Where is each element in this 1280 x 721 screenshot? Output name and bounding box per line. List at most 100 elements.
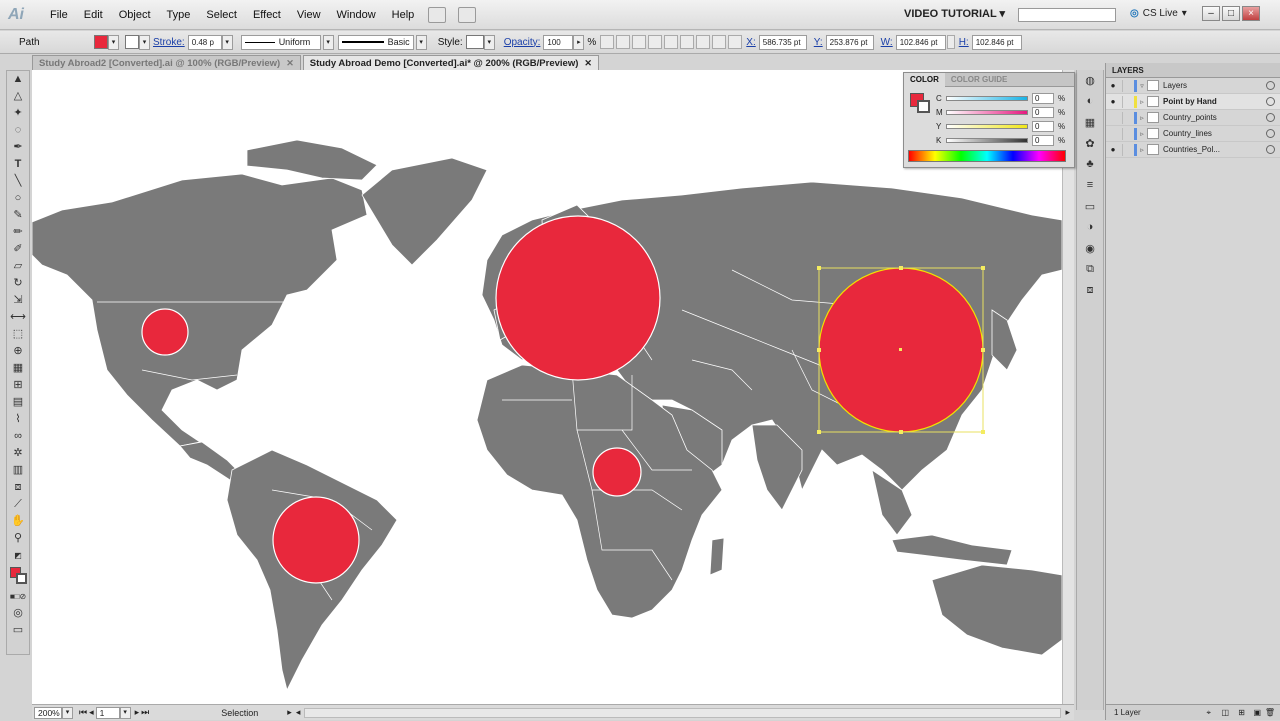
magenta-field[interactable]: 0 bbox=[1032, 106, 1054, 118]
tab-study-abroad-demo[interactable]: Study Abroad Demo [Converted].ai* @ 200%… bbox=[302, 55, 599, 70]
scroll-right-icon[interactable]: ▸ bbox=[1065, 707, 1070, 718]
menu-select[interactable]: Select bbox=[198, 0, 245, 30]
lock-toggle[interactable] bbox=[1122, 127, 1132, 140]
column-graph-tool-icon[interactable]: ▥ bbox=[7, 462, 29, 479]
color-mode-icon[interactable]: ■□⊘ bbox=[7, 588, 29, 605]
brush-dropdown[interactable]: ▾ bbox=[415, 34, 427, 50]
close-icon[interactable]: ✕ bbox=[286, 58, 294, 68]
x-label[interactable]: X: bbox=[743, 37, 758, 48]
menu-object[interactable]: Object bbox=[111, 0, 159, 30]
target-circle-icon[interactable] bbox=[1266, 81, 1275, 90]
constrain-proportions-icon[interactable] bbox=[946, 35, 955, 49]
cyan-slider[interactable] bbox=[946, 95, 1028, 101]
line-tool-icon[interactable]: ╲ bbox=[7, 173, 29, 190]
direct-selection-tool-icon[interactable]: △ bbox=[7, 88, 29, 105]
artboard-number-field[interactable]: 1 bbox=[95, 706, 120, 719]
stroke-color-swatch[interactable] bbox=[917, 100, 930, 113]
color-guide-icon[interactable]: ◐ bbox=[1080, 95, 1100, 112]
align-left-icon[interactable] bbox=[632, 35, 647, 49]
fill-stroke-swatches-icon[interactable] bbox=[7, 564, 29, 588]
magenta-slider[interactable] bbox=[946, 109, 1028, 115]
arrange-documents-icon[interactable] bbox=[458, 6, 477, 23]
layer-row-layers[interactable]: ● ▿ Layers bbox=[1106, 78, 1280, 94]
lock-toggle[interactable] bbox=[1122, 143, 1132, 156]
status-menu-icon[interactable]: ▸ bbox=[287, 707, 292, 718]
stroke-swatch[interactable] bbox=[125, 35, 139, 49]
fill-dropdown[interactable]: ▾ bbox=[108, 34, 119, 50]
layer-row-countries-polygons[interactable]: ● ▹ Countries_Pol... bbox=[1106, 142, 1280, 158]
bubble-united-states[interactable] bbox=[141, 308, 189, 356]
h-label[interactable]: H: bbox=[956, 37, 972, 48]
expand-arrow-icon[interactable]: ▹ bbox=[1137, 114, 1147, 122]
type-tool-icon[interactable]: T bbox=[7, 156, 29, 173]
paintbrush-tool-icon[interactable]: ✎ bbox=[7, 207, 29, 224]
menu-type[interactable]: Type bbox=[159, 0, 199, 30]
free-transform-tool-icon[interactable]: ⬚ bbox=[7, 326, 29, 343]
menu-view[interactable]: View bbox=[289, 0, 329, 30]
menu-edit[interactable]: Edit bbox=[76, 0, 111, 30]
w-field[interactable]: 102.846 pt bbox=[895, 34, 946, 50]
stroke-label[interactable]: Stroke: bbox=[150, 37, 188, 48]
menu-window[interactable]: Window bbox=[329, 0, 384, 30]
bubble-south-america[interactable] bbox=[272, 496, 360, 584]
target-circle-icon[interactable] bbox=[1266, 145, 1275, 154]
mesh-tool-icon[interactable]: ⊞ bbox=[7, 377, 29, 394]
bubble-central-africa[interactable] bbox=[592, 447, 642, 497]
expand-arrow-icon[interactable]: ▹ bbox=[1137, 130, 1147, 138]
search-input[interactable] bbox=[1018, 8, 1116, 22]
black-slider[interactable] bbox=[946, 137, 1028, 143]
isolate-icon[interactable] bbox=[616, 35, 631, 49]
layer-row-country-points[interactable]: ▹ Country_points bbox=[1106, 110, 1280, 126]
expand-arrow-icon[interactable]: ▹ bbox=[1137, 146, 1147, 154]
align-top-icon[interactable] bbox=[680, 35, 695, 49]
color-panel-icon[interactable]: ◍ bbox=[1080, 74, 1100, 91]
w-label[interactable]: W: bbox=[878, 37, 896, 48]
swatches-icon[interactable]: ▦ bbox=[1080, 116, 1100, 133]
cs-live-button[interactable]: ◎ CS Live ▾ bbox=[1130, 8, 1187, 19]
graphic-style-swatch[interactable] bbox=[465, 35, 484, 49]
target-circle-icon[interactable] bbox=[1266, 97, 1275, 106]
locate-object-icon[interactable]: ⌖ bbox=[1206, 705, 1211, 721]
pen-tool-icon[interactable]: ✒ bbox=[7, 139, 29, 156]
align-center-icon[interactable] bbox=[648, 35, 663, 49]
fill-swatch[interactable] bbox=[94, 35, 108, 49]
brushes-icon[interactable]: ✿ bbox=[1080, 137, 1100, 154]
tab-study-abroad2[interactable]: Study Abroad2 [Converted].ai @ 100% (RGB… bbox=[32, 55, 301, 70]
new-sublayer-icon[interactable]: ⊞ bbox=[1238, 705, 1245, 721]
screen-mode-icon[interactable]: ▭ bbox=[7, 622, 29, 639]
rotate-tool-icon[interactable]: ↻ bbox=[7, 275, 29, 292]
layer-row-country-lines[interactable]: ▹ Country_lines bbox=[1106, 126, 1280, 142]
menu-file[interactable]: File bbox=[42, 0, 76, 30]
make-clipping-mask-icon[interactable]: ◫ bbox=[1221, 705, 1229, 721]
artboard-tool-icon[interactable]: ⧈ bbox=[7, 479, 29, 496]
opacity-field[interactable]: 100 bbox=[543, 34, 574, 50]
transparency-icon[interactable]: ◑ bbox=[1080, 221, 1100, 238]
blob-brush-tool-icon[interactable]: ✐ bbox=[7, 241, 29, 258]
stroke-weight-field[interactable]: 0.48 p bbox=[187, 34, 222, 50]
selection-tool-icon[interactable]: ▲ bbox=[7, 71, 29, 88]
target-circle-icon[interactable] bbox=[1266, 113, 1275, 122]
ellipse-tool-icon[interactable]: ○ bbox=[7, 190, 29, 207]
minimize-button[interactable]: – bbox=[1202, 6, 1220, 21]
eyedropper-tool-icon[interactable]: ⌇ bbox=[7, 411, 29, 428]
shape-builder-tool-icon[interactable]: ⊕ bbox=[7, 343, 29, 360]
workspace-switcher[interactable]: VIDEO TUTORIAL ▾ bbox=[904, 7, 1005, 20]
symbol-sprayer-tool-icon[interactable]: ✲ bbox=[7, 445, 29, 462]
previous-artboard-icon[interactable]: ◂ bbox=[89, 707, 94, 718]
drawing-mode-icon[interactable]: ◎ bbox=[7, 605, 29, 622]
artboard-dropdown[interactable]: ▾ bbox=[119, 706, 131, 719]
stroke-profile-dropdown[interactable]: ▾ bbox=[322, 34, 334, 50]
new-layer-icon[interactable]: ▣ bbox=[1253, 705, 1261, 721]
delete-layer-icon[interactable]: 🗑 bbox=[1265, 705, 1275, 721]
stroke-panel-icon[interactable]: ≡ bbox=[1080, 179, 1100, 196]
y-label[interactable]: Y: bbox=[811, 37, 826, 48]
close-window-button[interactable]: × bbox=[1242, 6, 1260, 21]
expand-arrow-icon[interactable]: ▹ bbox=[1137, 98, 1147, 106]
gradient-panel-icon[interactable]: ▭ bbox=[1080, 200, 1100, 217]
menu-effect[interactable]: Effect bbox=[245, 0, 289, 30]
eraser-tool-icon[interactable]: ▱ bbox=[7, 258, 29, 275]
graphic-styles-icon[interactable]: ⧉ bbox=[1080, 263, 1100, 280]
visibility-eye-icon[interactable]: ● bbox=[1106, 145, 1120, 154]
cyan-field[interactable]: 0 bbox=[1032, 92, 1054, 104]
h-field[interactable]: 102.846 pt bbox=[971, 34, 1022, 50]
